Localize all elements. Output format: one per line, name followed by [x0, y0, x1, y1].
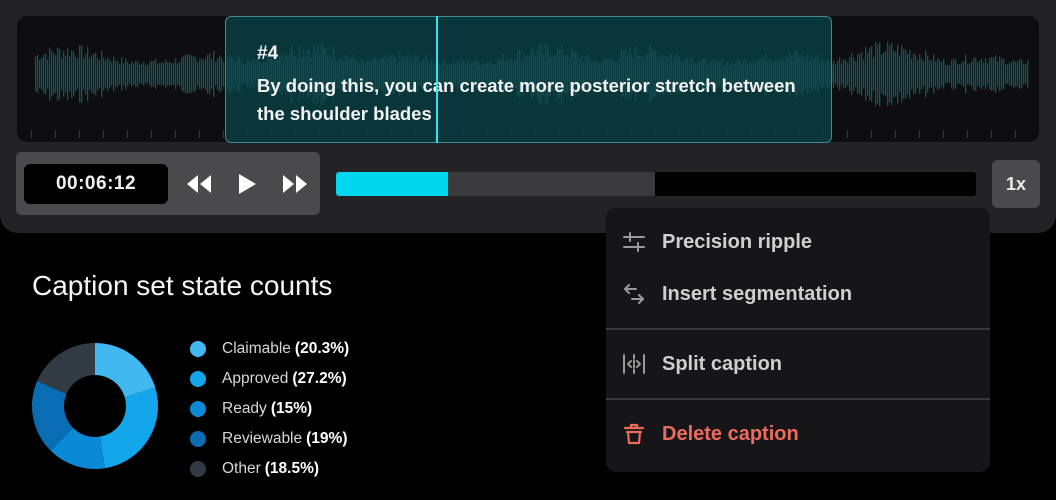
rewind-icon [187, 175, 211, 193]
legend-label: Reviewable [222, 430, 303, 447]
legend-item-claimable: Claimable (20.3%) [190, 334, 349, 364]
legend-swatch [190, 371, 206, 387]
menu-item-split-caption[interactable]: Split caption [606, 340, 990, 388]
legend-swatch [190, 461, 206, 477]
legend-value: (18.5%) [264, 460, 320, 477]
legend-item-ready: Ready (15%) [190, 394, 349, 424]
progress-bar[interactable] [336, 172, 976, 196]
fast-forward-button[interactable] [278, 169, 312, 199]
menu-separator [606, 398, 990, 400]
legend-item-other: Other (18.5%) [190, 454, 349, 484]
legend-label: Ready [222, 400, 267, 417]
legend-label: Other [222, 460, 261, 477]
legend-item-reviewable: Reviewable (19%) [190, 424, 349, 454]
donut-slice-approved [99, 387, 158, 469]
swap-arrows-icon [624, 284, 644, 304]
menu-item-delete-caption[interactable]: Delete caption [606, 410, 990, 458]
playback-speed-button[interactable]: 1x [992, 160, 1040, 208]
legend-swatch [190, 341, 206, 357]
play-icon [239, 174, 256, 194]
menu-item-insert-segmentation[interactable]: Insert segmentation [606, 270, 990, 318]
trash-icon [623, 423, 645, 445]
menu-item-label: Precision ripple [662, 230, 813, 253]
timecode-display: 00:06:12 [24, 164, 168, 204]
playback-controls: 00:06:12 [16, 152, 320, 215]
progress-played [336, 172, 448, 196]
donut-slice-claimable [95, 343, 156, 397]
donut-chart [32, 343, 158, 469]
play-button[interactable] [230, 169, 264, 199]
menu-item-label: Delete caption [662, 422, 799, 445]
sliders-icon [623, 232, 645, 252]
context-menu: Precision ripple Insert segmentation Spl… [606, 208, 990, 472]
menu-item-precision-ripple[interactable]: Precision ripple [606, 218, 990, 266]
chart-title: Caption set state counts [32, 270, 333, 301]
legend-label: Approved [222, 370, 289, 387]
legend-swatch [190, 401, 206, 417]
legend-item-approved: Approved (27.2%) [190, 364, 349, 394]
menu-item-label: Insert segmentation [662, 282, 853, 305]
menu-item-label: Split caption [662, 352, 782, 375]
caption-editor: #4 By doing this, you can create more po… [0, 0, 1056, 233]
caption-text: By doing this, you can create more poste… [257, 75, 796, 124]
rewind-button[interactable] [182, 169, 216, 199]
caption-number: #4 [257, 43, 279, 64]
legend-value: (20.3%) [294, 340, 350, 357]
split-icon [623, 354, 645, 374]
playhead[interactable] [436, 16, 438, 143]
chart-legend: Claimable (20.3%) Approved (27.2%) Ready (15%… [190, 334, 349, 484]
fast-forward-icon [283, 175, 307, 193]
legend-value: (19%) [306, 430, 348, 447]
menu-separator [606, 328, 990, 330]
legend-value: (27.2%) [292, 370, 347, 387]
caption-region[interactable]: #4 By doing this, you can create more po… [225, 16, 832, 143]
legend-value: (15%) [270, 400, 313, 417]
legend-label: Claimable [222, 340, 291, 357]
legend-swatch [190, 431, 206, 447]
